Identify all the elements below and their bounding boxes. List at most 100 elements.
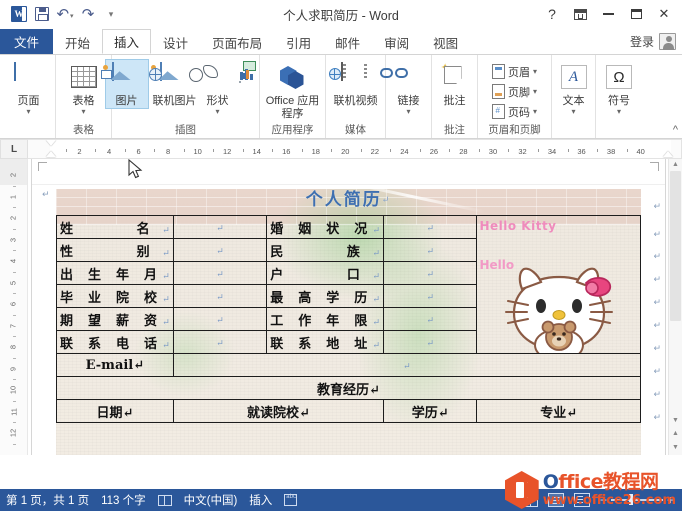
cell-label-experience[interactable]: 工 作 年 限↵ [266, 307, 385, 331]
scroll-down-icon[interactable]: ▼ [669, 415, 682, 427]
tab-insert[interactable]: 插入 [102, 29, 152, 54]
cell-label-name[interactable]: 姓 名↵ [56, 215, 174, 239]
cell-header-date[interactable]: 日期↵ [56, 399, 174, 423]
right-indent-marker[interactable] [663, 151, 673, 157]
page-number-button[interactable]: 页码 ▾ [490, 102, 539, 121]
cell-label-birthdate[interactable]: 出 生 年 月↵ [56, 261, 174, 285]
tab-review[interactable]: 审阅 [372, 29, 421, 54]
tab-references[interactable]: 引用 [274, 29, 323, 54]
cell-value-address[interactable]: ↵ [383, 330, 478, 354]
customize-qat-icon[interactable]: ▾ [100, 3, 122, 25]
office-apps-button[interactable]: Office 应用程序 [264, 59, 322, 122]
cell-label-email[interactable]: E-mail↵ [56, 353, 174, 377]
zoom-slider[interactable]: − + [600, 494, 674, 506]
previous-page-icon[interactable]: ▲ [669, 427, 682, 441]
cell-label-residence[interactable]: 户 口↵ [266, 261, 385, 285]
header-button[interactable]: 页眉 ▾ [490, 62, 539, 81]
word-count[interactable]: 113 个字 [101, 492, 146, 508]
tab-page-layout[interactable]: 页面布局 [200, 29, 274, 54]
cell-value-degree[interactable]: ↵ [383, 284, 478, 308]
cell-value-experience[interactable]: ↵ [383, 307, 478, 331]
web-layout-view-button[interactable] [573, 493, 590, 507]
text-box-button[interactable]: A 文本 ▾ [556, 59, 592, 116]
next-page-icon[interactable]: ▼ [669, 441, 682, 455]
cell-value-school[interactable]: ↵ [172, 284, 268, 308]
avatar[interactable] [659, 33, 676, 50]
tab-design[interactable]: 设计 [151, 29, 200, 54]
cell-value-marital[interactable]: ↵ [383, 215, 478, 239]
table-button[interactable]: 表格 ▾ [62, 59, 106, 116]
tab-home[interactable]: 开始 [53, 29, 102, 54]
help-icon[interactable]: ? [538, 1, 566, 27]
language-indicator[interactable]: 中文(中国) [184, 492, 238, 508]
cell-value-name[interactable]: ↵ [172, 215, 268, 239]
word-app-icon[interactable] [8, 3, 30, 25]
page-nav-buttons[interactable]: ▲ ▼ [669, 427, 682, 455]
vertical-ruler[interactable]: 2 1 2 3 4 5 6 7 8 9 10 11 12 [0, 159, 28, 455]
proofing-icon[interactable] [157, 494, 172, 506]
tab-stop-selector[interactable]: L [0, 139, 28, 159]
cell-section-education[interactable]: 教育经历↵ [56, 376, 641, 400]
page-indicator[interactable]: 第 1 页，共 1 页 [6, 492, 89, 508]
document-area[interactable]: ↵ 个人简历↵ 姓 名↵ ↵ 婚 姻 状 况↵ ↵ Hello Kitty He… [28, 159, 682, 455]
cell-label-address[interactable]: 联 系 地 址↵ [266, 330, 385, 354]
cell-label-phone[interactable]: 联 系 电 话↵ [56, 330, 174, 354]
sign-in-area[interactable]: 登录 [630, 29, 682, 54]
zoom-track[interactable] [610, 494, 663, 506]
cell-label-degree[interactable]: 最 高 学 历↵ [266, 284, 385, 308]
symbol-button[interactable]: Ω 符号 ▾ [601, 59, 637, 116]
cell-header-school[interactable]: 就读院校↵ [172, 399, 385, 423]
online-pictures-button[interactable]: 联机图片 [148, 59, 199, 109]
cell-header-major[interactable]: 专业↵ [476, 399, 641, 423]
zoom-out-icon[interactable]: − [600, 494, 607, 506]
zoom-in-icon[interactable]: + [667, 494, 674, 506]
cell-value-birthdate[interactable]: ↵ [172, 261, 268, 285]
maximize-icon[interactable] [622, 1, 650, 27]
cell-label-marital[interactable]: 婚 姻 状 况↵ [266, 215, 385, 239]
table-row[interactable]: 姓 名↵ ↵ 婚 姻 状 况↵ ↵ Hello Kitty Hello [56, 215, 641, 354]
horizontal-ruler[interactable]: 2 4 6 8 10 12 14 16 18 20 22 24 26 28 30 32 34 36 38 40 [28, 139, 682, 159]
scroll-up-icon[interactable]: ▲ [669, 159, 682, 171]
document-page[interactable]: ↵ 个人简历↵ 姓 名↵ ↵ 婚 姻 状 况↵ ↵ Hello Kitty He… [31, 159, 666, 455]
cell-value-phone[interactable]: ↵ [172, 330, 268, 354]
left-indent-marker[interactable] [46, 151, 56, 157]
table-row[interactable]: 日期↵ 就读院校↵ 学历↵ 专业↵ [56, 399, 641, 423]
footer-button[interactable]: 页脚 ▾ [490, 82, 539, 101]
link-button[interactable]: 链接 ▾ [379, 59, 428, 116]
cell-label-school[interactable]: 毕 业 院 校↵ [56, 284, 174, 308]
scrollbar-thumb[interactable] [670, 171, 681, 321]
undo-icon[interactable]: ↶ ▾ [54, 3, 76, 25]
cell-value-residence[interactable]: ↵ [383, 261, 478, 285]
tab-mailings[interactable]: 邮件 [323, 29, 372, 54]
cell-photo[interactable]: Hello Kitty Hello [476, 215, 641, 354]
comment-button[interactable]: ✦ 批注 [436, 59, 474, 109]
insert-mode-indicator[interactable]: 插入 [249, 492, 272, 508]
online-video-button[interactable]: 联机视频 [328, 59, 382, 109]
table-row[interactable]: E-mail↵ ↵ [56, 353, 642, 377]
cell-label-gender[interactable]: 性 别↵ [56, 238, 174, 262]
zoom-thumb[interactable] [628, 494, 633, 506]
pages-button[interactable]: 页面 ▾ [7, 59, 51, 116]
first-line-indent-marker[interactable] [46, 140, 56, 146]
cell-label-ethnicity[interactable]: 民 族↵ [266, 238, 385, 262]
collapse-ribbon-icon[interactable]: ^ [673, 124, 678, 136]
cell-header-degree[interactable]: 学历↵ [383, 399, 478, 423]
resume-table[interactable]: 姓 名↵ ↵ 婚 姻 状 况↵ ↵ Hello Kitty Hello 性 别↵… [56, 215, 642, 423]
minimize-icon[interactable] [594, 1, 622, 27]
cell-label-salary[interactable]: 期 望 薪 资↵ [56, 307, 174, 331]
cell-value-ethnicity[interactable]: ↵ [383, 238, 478, 262]
tab-file[interactable]: 文件 [0, 29, 54, 54]
insert-picture-button[interactable]: 图片 [100, 59, 149, 109]
read-mode-view-button[interactable] [521, 493, 538, 507]
cell-value-gender[interactable]: ↵ [172, 238, 268, 262]
cell-value-email[interactable]: ↵ [172, 353, 642, 377]
print-layout-view-button[interactable] [547, 493, 564, 507]
close-icon[interactable]: ✕ [650, 1, 678, 27]
tab-view[interactable]: 视图 [421, 29, 470, 54]
table-row[interactable]: 教育经历↵ [56, 376, 641, 400]
cell-value-salary[interactable]: ↵ [172, 307, 268, 331]
track-changes-icon[interactable] [284, 494, 298, 506]
shapes-button[interactable]: 形状 ▾ [188, 59, 235, 116]
redo-icon[interactable]: ↷ [77, 3, 99, 25]
ribbon-display-options-icon[interactable] [566, 1, 594, 27]
